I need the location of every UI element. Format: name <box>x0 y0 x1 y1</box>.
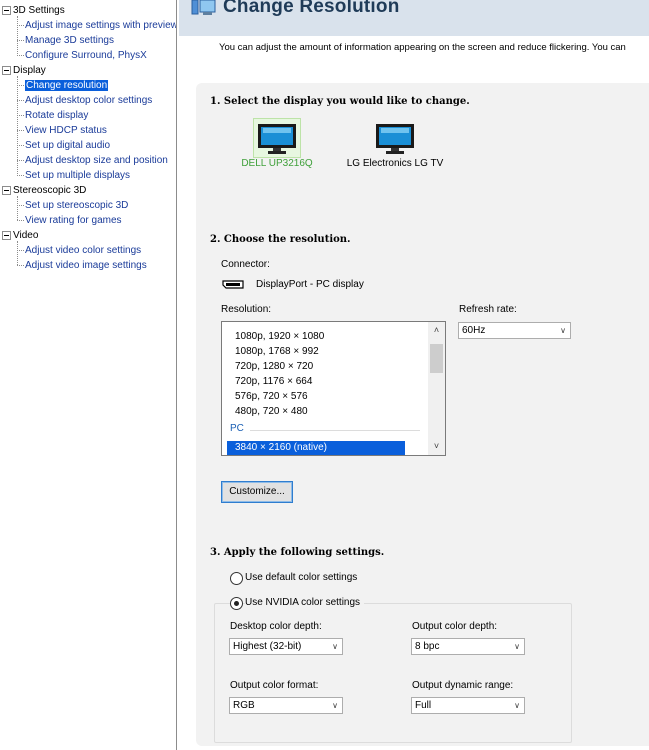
pc-group-header: PC <box>230 423 244 434</box>
resolution-option[interactable]: 1080p, 1768 × 992 <box>235 344 319 359</box>
display-label-lg: LG Electronics LG TV <box>346 158 444 169</box>
desktop-color-depth-select[interactable]: Highest (32-bit) ∨ <box>229 638 343 655</box>
resolution-option-selected[interactable]: 3840 × 2160 (native) <box>227 441 405 455</box>
step2-title: 2. Choose the resolution. <box>210 234 351 245</box>
tree-item-configure-surround[interactable]: Configure Surround, PhysX <box>0 48 147 63</box>
tree-item-adjust-desktop-color[interactable]: Adjust desktop color settings <box>0 93 152 108</box>
collapse-icon[interactable] <box>2 6 11 15</box>
resolution-option[interactable]: 480p, 720 × 480 <box>235 404 308 419</box>
output-dynamic-range-value: Full <box>415 700 432 711</box>
output-color-format-select[interactable]: RGB ∨ <box>229 697 343 714</box>
tree-group-3d-settings[interactable]: 3D Settings <box>0 3 65 18</box>
output-color-format-label: Output color format: <box>230 680 319 691</box>
output-dynamic-range-label: Output dynamic range: <box>412 680 514 691</box>
chevron-down-icon: ∨ <box>514 701 520 710</box>
monitor-icon <box>376 124 414 154</box>
tree-item-digital-audio[interactable]: Set up digital audio <box>0 138 110 153</box>
scroll-thumb[interactable] <box>430 344 443 373</box>
tree-item-rotate-display[interactable]: Rotate display <box>0 108 88 123</box>
customize-button[interactable]: Customize... <box>221 481 293 503</box>
step1-title: 1. Select the display you would like to … <box>210 96 470 107</box>
connector-label: Connector: <box>221 259 270 270</box>
tree-item-change-resolution[interactable]: Change resolution <box>0 78 109 93</box>
tree-item-video-color[interactable]: Adjust video color settings <box>0 243 141 258</box>
list-divider <box>288 322 291 324</box>
resolution-scrollbar[interactable]: ˄ ˅ <box>428 322 445 455</box>
tree-item-manage-3d-settings[interactable]: Manage 3D settings <box>0 33 114 48</box>
tree-item-video-image[interactable]: Adjust video image settings <box>0 258 147 273</box>
page-title: Change Resolution <box>223 0 400 17</box>
tree-group-display[interactable]: Display <box>0 63 46 78</box>
chevron-down-icon: ∨ <box>332 642 338 651</box>
resolution-option[interactable]: 720p, 1176 × 664 <box>235 374 312 389</box>
chevron-down-icon: ∨ <box>560 326 566 335</box>
tree-group-stereoscopic-3d[interactable]: Stereoscopic 3D <box>0 183 86 198</box>
desktop-color-depth-label: Desktop color depth: <box>230 621 322 632</box>
collapse-icon[interactable] <box>2 231 11 240</box>
desktop-color-depth-value: Highest (32-bit) <box>233 641 302 652</box>
refresh-rate-label: Refresh rate: <box>459 304 517 315</box>
display-settings-icon <box>191 0 216 15</box>
chevron-down-icon: ∨ <box>332 701 338 710</box>
tree-item-view-hdcp-status[interactable]: View HDCP status <box>0 123 107 138</box>
output-color-depth-value: 8 bpc <box>415 641 440 652</box>
radio-nvidia-label: Use NVIDIA color settings <box>245 597 365 608</box>
collapse-icon[interactable] <box>2 186 11 195</box>
radio-nvidia-color[interactable] <box>230 597 243 610</box>
resolution-option[interactable]: 576p, 720 × 576 <box>235 389 308 404</box>
collapse-icon[interactable] <box>2 66 11 75</box>
resolution-option[interactable]: 1080p, 1920 × 1080 <box>235 329 324 344</box>
connector-value: DisplayPort - PC display <box>256 279 364 290</box>
page-header: Change Resolution <box>179 0 649 36</box>
group-divider <box>250 430 420 431</box>
radio-default-label: Use default color settings <box>245 572 358 583</box>
tree-item-view-rating[interactable]: View rating for games <box>0 213 122 228</box>
navigation-tree: 3D Settings Adjust image settings with p… <box>0 0 177 750</box>
scroll-up-icon[interactable]: ˄ <box>428 322 445 339</box>
refresh-rate-select[interactable]: 60Hz ∨ <box>458 322 571 339</box>
page-description: You can adjust the amount of information… <box>219 42 626 53</box>
chevron-down-icon: ∨ <box>514 642 520 651</box>
output-color-depth-label: Output color depth: <box>412 621 498 632</box>
tree-item-adjust-image-settings[interactable]: Adjust image settings with preview <box>0 18 176 33</box>
refresh-rate-value: 60Hz <box>462 325 486 336</box>
tree-item-setup-stereoscopic[interactable]: Set up stereoscopic 3D <box>0 198 128 213</box>
output-dynamic-range-select[interactable]: Full ∨ <box>411 697 525 714</box>
resolution-option[interactable]: 720p, 1280 × 720 <box>235 359 313 374</box>
tree-item-multiple-displays[interactable]: Set up multiple displays <box>0 168 130 183</box>
step3-title: 3. Apply the following settings. <box>210 547 385 558</box>
scroll-down-icon[interactable]: ˅ <box>428 438 445 455</box>
output-color-format-value: RGB <box>233 700 255 711</box>
monitor-icon <box>258 124 296 154</box>
output-color-depth-select[interactable]: 8 bpc ∨ <box>411 638 525 655</box>
resolution-listbox[interactable]: 1080p, 1920 × 1080 1080p, 1768 × 992 720… <box>221 321 446 456</box>
display-label-dell: DELL UP3216Q <box>241 158 313 169</box>
resolution-label: Resolution: <box>221 304 272 315</box>
displayport-icon <box>222 280 244 289</box>
tree-item-desktop-size-position[interactable]: Adjust desktop size and position <box>0 153 168 168</box>
tree-group-video[interactable]: Video <box>0 228 38 243</box>
radio-default-color[interactable] <box>230 572 243 585</box>
